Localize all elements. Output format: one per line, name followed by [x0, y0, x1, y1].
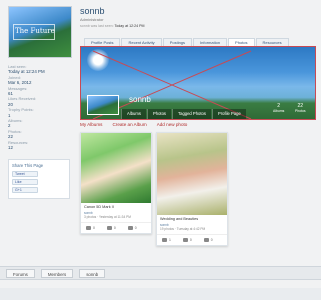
- album-card[interactable]: Wedding and Beauties sonnb 19 photos · T…: [156, 132, 228, 247]
- album-cover-image[interactable]: [157, 133, 227, 215]
- comment-count-value: 0: [189, 238, 192, 242]
- tab-photos[interactable]: Photos: [228, 38, 255, 46]
- like-count-value: 1: [169, 238, 171, 242]
- profile-tabs: Profile Posts Recent Activity Postings I…: [84, 38, 290, 46]
- user-role: Administrator: [80, 17, 104, 22]
- like-count-value: 0: [93, 226, 95, 230]
- cover-stat-albums: 2 Albums: [273, 103, 284, 113]
- last-seen-value: Today at 12:24 PM: [114, 24, 145, 28]
- like-count: 1: [162, 238, 171, 243]
- album-actions: My Albums Create an Album Add new photo: [80, 122, 187, 127]
- cover-nav-profile-page[interactable]: Profile Page: [211, 109, 246, 119]
- cover-nav-albums[interactable]: Albums: [121, 109, 146, 119]
- comment-count: 0: [106, 226, 116, 231]
- member-stats: Last seen: Today at 12:24 PM Joined: Mar…: [8, 64, 72, 151]
- stat-label: Photos: [295, 109, 306, 113]
- cover-nav-tagged-photos[interactable]: Tagged Photos: [172, 109, 211, 119]
- cover-username[interactable]: sonnb: [129, 95, 151, 104]
- comment-count-value: 0: [113, 226, 116, 230]
- profile-sidebar: The Future Last seen: Today at 12:24 PM …: [8, 6, 72, 199]
- add-photo-link[interactable]: Add new photo: [157, 122, 188, 127]
- share-title: Share This Page: [12, 162, 44, 168]
- stat-label: Albums: [273, 109, 285, 113]
- view-count-value: 0: [134, 226, 137, 230]
- comment-icon: [182, 238, 188, 243]
- share-box: Share This Page Tweet Like G+1: [8, 158, 70, 199]
- album-counts: 1 0 0: [157, 234, 227, 245]
- breadcrumb-forums[interactable]: Forums: [6, 268, 35, 278]
- like-button[interactable]: Like: [12, 178, 38, 185]
- eye-icon: [203, 238, 209, 243]
- like-count: 0: [86, 226, 95, 231]
- last-seen: sonnb was last seen: Today at 12:24 PM: [80, 24, 316, 28]
- breadcrumb-members[interactable]: Members: [40, 268, 74, 278]
- tab-profile-posts[interactable]: Profile Posts: [84, 38, 121, 46]
- tab-recent-activity[interactable]: Recent Activity: [121, 38, 162, 46]
- tweet-button[interactable]: Tweet: [12, 170, 38, 177]
- cover-avatar[interactable]: [87, 95, 119, 115]
- create-album-link[interactable]: Create an Album: [112, 122, 146, 127]
- album-counts: 0 0 0: [81, 222, 151, 233]
- breadcrumb: Forums Members sonnb: [0, 266, 321, 280]
- last-seen-prefix: sonnb was last seen:: [80, 24, 114, 28]
- eye-icon: [127, 226, 133, 231]
- page-title: sonnb: [80, 6, 105, 16]
- tab-information[interactable]: Information: [193, 38, 228, 46]
- stat-value[interactable]: 12: [8, 145, 72, 150]
- cover-nav: Albums Photos Tagged Photos Profile Page: [121, 109, 247, 119]
- avatar-logo-text: The Future: [15, 27, 55, 35]
- profile-main: sonnb Administrator sonnb was last seen:…: [80, 6, 316, 247]
- album-meta: 3 photos · Yesterday at 11:34 PM: [84, 215, 131, 219]
- tab-postings[interactable]: Postings: [162, 38, 193, 46]
- view-count: 0: [203, 238, 213, 243]
- google-plus-button[interactable]: G+1: [12, 186, 38, 193]
- breadcrumb-current[interactable]: sonnb: [79, 268, 106, 278]
- view-count: 0: [127, 226, 137, 231]
- footer-bar: [0, 288, 321, 300]
- cover-photo: sonnb Albums Photos Tagged Photos Profil…: [80, 46, 316, 120]
- heart-icon: [86, 226, 91, 231]
- comment-count: 0: [182, 238, 192, 243]
- my-albums-link[interactable]: My Albums: [80, 122, 102, 127]
- cover-nav-photos[interactable]: Photos: [146, 109, 172, 119]
- album-card[interactable]: Canon 5D Mark II sonnb 3 photos · Yester…: [80, 132, 152, 235]
- tab-resources[interactable]: Resources: [255, 38, 289, 46]
- avatar[interactable]: The Future: [8, 6, 72, 58]
- heart-icon: [162, 238, 167, 243]
- album-cover-image[interactable]: [81, 133, 151, 203]
- view-count-value: 0: [210, 238, 213, 242]
- comment-icon: [106, 226, 112, 231]
- album-meta: 19 photos · Tuesday at 4:42 PM: [160, 227, 206, 231]
- cover-stat-photos: 22 Photos: [295, 103, 306, 113]
